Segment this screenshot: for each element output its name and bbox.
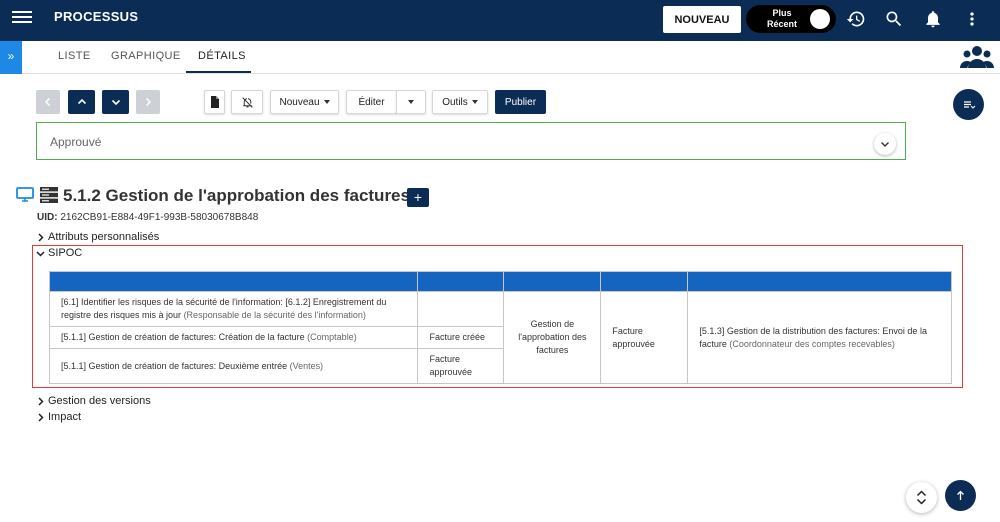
menu-icon[interactable] <box>12 8 32 24</box>
chevron-down-icon <box>111 99 120 106</box>
status-expand-button[interactable] <box>874 133 896 155</box>
supplier-cell: [5.1.1] Gestion de création de factures:… <box>48 348 419 384</box>
header-inputs: Entrées <box>417 271 505 292</box>
outils-label: Outils <box>442 96 468 108</box>
chevron-right-icon <box>38 412 44 422</box>
tab-details[interactable]: DÉTAILS <box>198 50 246 62</box>
expand-collapse-button[interactable] <box>906 482 937 513</box>
history-icon[interactable] <box>846 9 866 29</box>
supplier-role: (Ventes) <box>289 360 324 371</box>
chevron-right-icon <box>145 97 152 107</box>
client-role: (Coordonnateur des comptes recevables) <box>729 338 895 349</box>
editer-button[interactable]: Éditer <box>346 90 397 114</box>
tabs-bar: » LISTE GRAPHIQUE DÉTAILS <box>0 41 1000 74</box>
bell-icon[interactable] <box>923 9 943 29</box>
document-icon <box>210 96 219 108</box>
monitor-icon <box>16 187 34 202</box>
side-panel-button[interactable] <box>953 89 984 120</box>
search-icon[interactable] <box>884 9 904 29</box>
chevron-left-icon <box>44 97 51 107</box>
top-app-bar: PROCESSUS NOUVEAU Plus Récent <box>0 0 1000 41</box>
chevron-right-icon <box>38 232 44 242</box>
scroll-top-button[interactable] <box>945 480 976 511</box>
section-label: Attributs personnalisés <box>48 231 160 243</box>
supplier-role: (Comptable) <box>307 332 357 342</box>
input-cell: Facture créée <box>417 326 505 349</box>
chevron-up-icon <box>77 98 86 105</box>
toggle-knob <box>810 9 830 29</box>
chevron-right-icon <box>38 396 44 406</box>
document-button[interactable] <box>204 90 225 114</box>
move-up-button[interactable] <box>68 90 95 114</box>
header-supplier: Fournisseur <box>48 271 419 292</box>
prev-button[interactable] <box>36 90 60 114</box>
section-impact[interactable]: Impact <box>36 411 81 423</box>
new-button[interactable]: NOUVEAU <box>663 6 741 33</box>
header-clients: Clients <box>687 271 952 292</box>
editer-label: Éditer <box>358 96 385 108</box>
header-outputs: Extrants <box>600 271 689 292</box>
caret-down-icon <box>408 100 414 104</box>
uid-label: UID: <box>37 212 58 223</box>
move-down-button[interactable] <box>102 90 129 114</box>
process-cell: Gestion de l'approbation des factures <box>503 291 602 384</box>
supplier-text: [5.1.1] Gestion de création de factures:… <box>61 332 305 342</box>
status-value: Approuvé <box>50 135 102 149</box>
editer-dropdown-toggle[interactable] <box>396 90 426 114</box>
supplier-text: [5.1.1] Gestion de création de factures:… <box>61 360 288 371</box>
nouveau-label: Nouveau <box>279 96 320 108</box>
people-icon[interactable] <box>960 44 994 70</box>
client-cell: [5.1.3] Gestion de la distribution des f… <box>687 291 952 384</box>
page-title: 5.1.2 Gestion de l'approbation des factu… <box>63 186 410 205</box>
toggle-label: Plus Récent <box>766 8 797 29</box>
unfold-icon <box>916 490 927 505</box>
section-label: Impact <box>48 411 82 423</box>
outils-dropdown[interactable]: Outils <box>432 90 488 114</box>
recent-toggle[interactable]: Plus Récent <box>746 5 836 33</box>
expand-sidebar-icon[interactable]: » <box>0 41 22 74</box>
publier-button[interactable]: Publier <box>495 90 546 114</box>
publier-label: Publier <box>504 96 537 108</box>
caret-down-icon <box>471 100 478 104</box>
section-versions[interactable]: Gestion des versions <box>36 395 151 407</box>
next-button[interactable] <box>136 90 160 114</box>
notifications-off-button[interactable] <box>231 90 263 114</box>
list-filter-icon <box>964 101 976 109</box>
app-title: PROCESSUS <box>54 9 139 24</box>
sipoc-header-row: Fournisseur Entrées Processus Extrants C… <box>48 271 952 292</box>
section-custom-attributes[interactable]: Attributs personnalisés <box>36 231 159 243</box>
uid-value: 2162CB91-E884-49F1-993B-58030678B848 <box>60 212 259 223</box>
sipoc-table: Fournisseur Entrées Processus Extrants C… <box>48 271 952 384</box>
status-select[interactable]: Approuvé <box>36 122 906 160</box>
chevron-down-icon <box>881 142 889 147</box>
uid-line: UID: 2162CB91-E884-49F1-993B-58030678B84… <box>37 212 258 223</box>
input-cell <box>417 291 505 327</box>
supplier-role: (Responsable de la sécurité des l'inform… <box>183 310 366 320</box>
header-process: Processus <box>503 271 602 292</box>
arrow-up-icon <box>957 490 964 500</box>
bell-off-icon <box>241 96 253 108</box>
server-icon <box>40 187 58 203</box>
input-cell: Facture approuvée <box>417 348 505 384</box>
nouveau-dropdown[interactable]: Nouveau <box>270 90 339 114</box>
supplier-cell: [5.1.1] Gestion de création de factures:… <box>48 326 419 349</box>
more-vert-icon[interactable] <box>962 9 982 29</box>
table-row: [6.1] Identifier les risques de la sécur… <box>48 291 952 384</box>
output-cell: Facture approuvée <box>600 291 689 384</box>
supplier-cell: [6.1] Identifier les risques de la sécur… <box>48 291 419 327</box>
tab-graphique[interactable]: GRAPHIQUE <box>111 50 181 62</box>
tab-liste[interactable]: LISTE <box>58 50 91 62</box>
caret-down-icon <box>323 100 330 104</box>
section-label: Gestion des versions <box>48 395 151 407</box>
active-tab-indicator <box>186 71 251 73</box>
add-button[interactable]: + <box>407 188 429 207</box>
